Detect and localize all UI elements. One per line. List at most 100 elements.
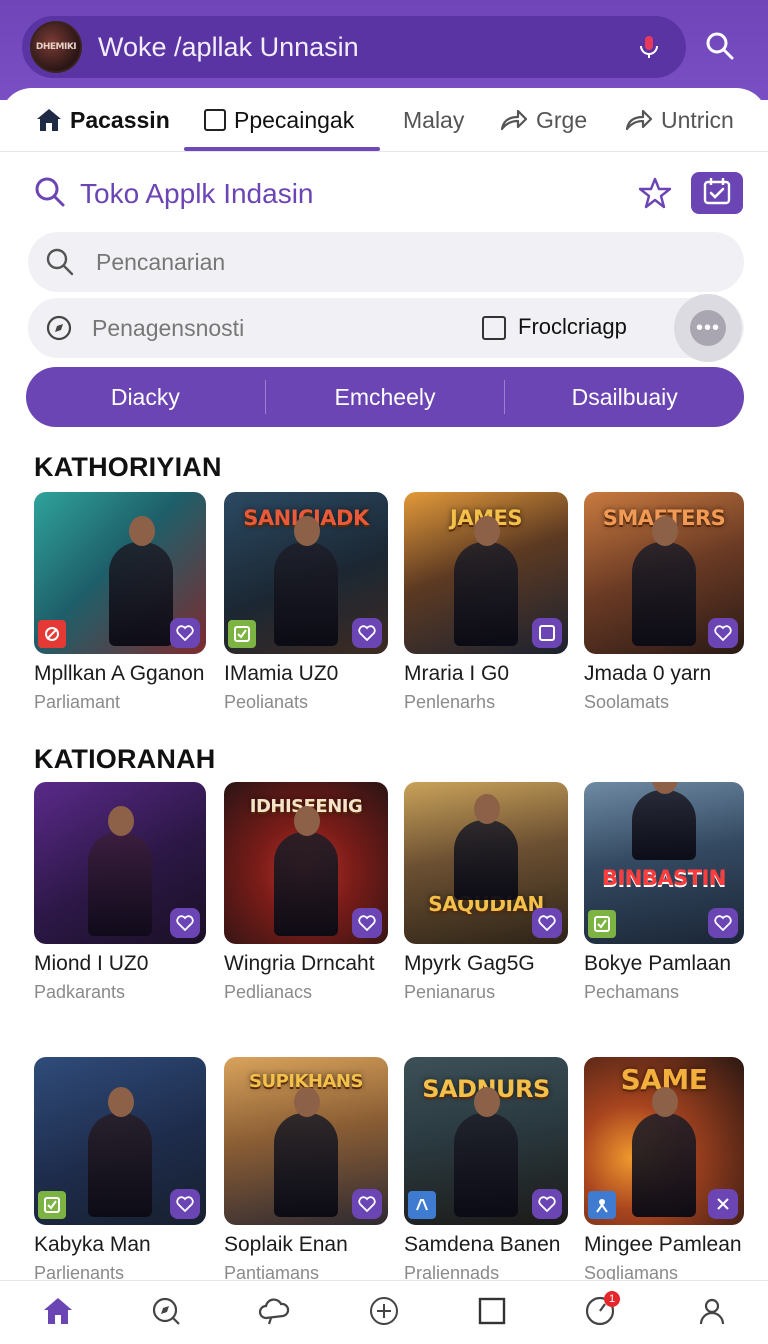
section-title: KATHORIYIAN [34, 452, 222, 482]
app-card[interactable]: SUPIKHANS Soplaik Enan Pantiamans [224, 1057, 388, 1284]
app-badge-icon [228, 620, 256, 648]
filter-input[interactable]: Penagensnosti [92, 315, 244, 342]
app-badge-icon [38, 620, 66, 648]
app-subtitle: Pedlianacs [224, 982, 313, 1002]
microphone-icon[interactable] [634, 32, 664, 62]
search-input[interactable]: Pencanarian [96, 249, 225, 276]
add-circle-icon [369, 1296, 399, 1331]
tab-label: Ppecaingak [234, 106, 355, 133]
segment-dsailbuaiy[interactable]: Dsailbuaiy [505, 384, 744, 411]
nav-add[interactable] [366, 1295, 402, 1331]
app-title: Mingee Pamlean [584, 1233, 742, 1256]
heart-icon[interactable] [708, 618, 738, 648]
search-icon[interactable] [700, 26, 740, 66]
segment-diacky[interactable]: Diacky [26, 384, 265, 411]
tab-bar: Pacassin Ppecaingak Malay Grge Untricn [0, 88, 768, 152]
heart-icon[interactable] [708, 908, 738, 938]
app-thumbnail [34, 1057, 206, 1225]
app-title: Bokye Pamlaan [584, 952, 732, 975]
segment-bar: Diacky Emcheely Dsailbuaiy [26, 367, 744, 427]
tab-malay[interactable]: Malay [403, 88, 464, 152]
store-header: Toko Applk Indasin [34, 172, 314, 216]
search-icon [46, 248, 74, 276]
app-title: Mpllkan A Gganon [34, 662, 205, 685]
heart-icon[interactable] [352, 908, 382, 938]
app-card[interactable]: JAMES Mraria I G0 Penlenarhs [404, 492, 568, 713]
profile-icon [697, 1296, 727, 1331]
home-icon [36, 108, 62, 132]
tab-grge[interactable]: Grge [500, 88, 587, 152]
app-thumbnail: SMAETERS [584, 492, 744, 654]
app-thumbnail [34, 492, 206, 654]
app-card[interactable]: BINBASTIN Bokye Pamlaan Pechamans [584, 782, 744, 1003]
filter-checkbox[interactable] [482, 316, 506, 340]
nav-home[interactable] [40, 1295, 76, 1331]
heart-icon[interactable] [170, 618, 200, 648]
tab-label: Grge [536, 106, 588, 133]
heart-icon[interactable] [170, 908, 200, 938]
heart-icon[interactable] [532, 908, 562, 938]
app-card[interactable]: SAME Mingee Pamlean Soqliamans [584, 1057, 744, 1284]
heart-icon[interactable] [532, 1189, 562, 1219]
segment-emcheely[interactable]: Emcheely [266, 384, 505, 411]
search-field[interactable]: Pencanarian [28, 232, 744, 292]
app-card[interactable]: Kabyka Man Parlienants [34, 1057, 206, 1284]
close-icon[interactable] [708, 1189, 738, 1219]
app-title: Wingria Drncaht [224, 952, 375, 975]
app-title: Miond I UZ0 [34, 952, 149, 975]
app-badge-icon [38, 1191, 66, 1219]
app-card[interactable]: Miond I UZ0 Padkarants [34, 782, 206, 1003]
app-title: Kabyka Man [34, 1233, 151, 1256]
tab-pacassin[interactable]: Pacassin [36, 88, 170, 152]
app-title: Samdena Banen [404, 1233, 561, 1256]
app-thumbnail: SUPIKHANS [224, 1057, 388, 1225]
app-card[interactable]: SADNURS Samdena Banen Praliennads [404, 1057, 568, 1284]
app-title: IMamia UZ0 [224, 662, 339, 685]
more-horizontal-icon: ••• [690, 310, 726, 346]
app-title: Woke /apllak Unnasin [98, 31, 359, 62]
app-thumbnail: BINBASTIN [584, 782, 744, 944]
app-card[interactable]: IDHISEENIG Wingria Drncaht Pedlianacs [224, 782, 388, 1003]
nav-explore[interactable] [148, 1295, 184, 1331]
filter-field[interactable]: Penagensnosti Froclcriagp ••• [28, 294, 744, 362]
app-card[interactable]: SANICIADK IMamia UZ0 Peolianats [224, 492, 388, 713]
app-subtitle: Peolianats [224, 692, 309, 712]
compass-icon [46, 315, 72, 341]
nav-notifications[interactable]: 1 [582, 1291, 620, 1331]
search-icon [34, 176, 66, 213]
app-title: Jmada 0 yarn [584, 662, 712, 685]
heart-icon[interactable] [352, 618, 382, 648]
tab-label: Untricn [661, 106, 734, 133]
nav-cloud[interactable] [256, 1295, 292, 1331]
checkbox-icon [204, 109, 226, 131]
logo-text: DHEMIKI [35, 42, 77, 52]
more-options-button[interactable]: ••• [674, 294, 742, 362]
store-title: Toko Applk Indasin [80, 178, 314, 209]
app-badge-icon [588, 910, 616, 938]
filter-checkbox-label: Froclcriagp [518, 314, 627, 339]
nav-square[interactable] [474, 1295, 510, 1331]
tab-ppecaingak[interactable]: Ppecaingak [204, 88, 354, 152]
app-card[interactable]: SAQUDIAN Mpyrk Gag5G Penianarus [404, 782, 568, 1003]
app-search-pill[interactable]: DHEMIKI Woke /apllak Unnasin [22, 16, 686, 78]
calendar-check-icon [702, 176, 732, 211]
calendar-check-button[interactable] [691, 172, 743, 214]
square-icon [478, 1297, 506, 1330]
frame-icon[interactable] [532, 618, 562, 648]
explore-icon [151, 1296, 181, 1331]
heart-icon[interactable] [170, 1189, 200, 1219]
share-icon [625, 109, 653, 131]
section-title: KATIORANAH [34, 744, 216, 774]
nav-profile[interactable] [694, 1295, 730, 1331]
tab-untricn[interactable]: Untricn [625, 88, 734, 152]
app-thumbnail: SANICIADK [224, 492, 388, 654]
app-subtitle: Padkarants [34, 982, 126, 1002]
app-card[interactable]: Mpllkan A Gganon Parliamant [34, 492, 206, 713]
tab-label: Malay [403, 106, 465, 133]
notification-badge: 1 [604, 1291, 620, 1307]
app-thumbnail: SAME [584, 1057, 744, 1225]
heart-icon[interactable] [352, 1189, 382, 1219]
star-icon[interactable] [636, 174, 674, 212]
app-card[interactable]: SMAETERS Jmada 0 yarn Soolamats [584, 492, 744, 713]
cloud-icon [257, 1296, 291, 1331]
